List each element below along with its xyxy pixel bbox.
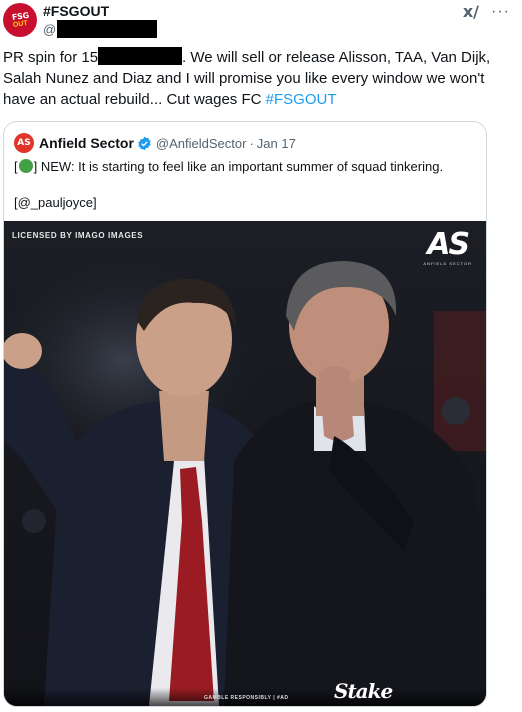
quoted-tweet[interactable]: AS Anfield Sector @AnfieldSector · Jan 1… — [3, 121, 487, 707]
quote-text-main: ] NEW: It is starting to feel like an im… — [33, 159, 444, 174]
anfield-sector-logo: AS ANFIELD SECTOR — [423, 227, 472, 267]
tweet-text: PR spin for 15. We will sell or release … — [3, 47, 508, 110]
quote-header: AS Anfield Sector @AnfieldSector · Jan 1… — [14, 133, 296, 153]
photo-illustration — [4, 221, 486, 706]
tweet[interactable]: FSG OUT #FSGOUT @ x/ ··· PR spin for 15.… — [0, 0, 522, 712]
redacted-text — [98, 47, 183, 65]
avatar-text-bottom: OUT — [12, 19, 28, 29]
quote-photo[interactable]: LICENSED BY IMAGO IMAGES AS ANFIELD SECT… — [4, 221, 486, 706]
more-icon[interactable]: ··· — [491, 3, 510, 21]
top-actions: x/ ··· — [463, 2, 510, 21]
logo-sub: ANFIELD SECTOR — [423, 261, 472, 266]
separator-dot: · — [249, 135, 254, 151]
verified-badge-icon — [137, 136, 152, 151]
quote-avatar[interactable]: AS — [14, 133, 34, 153]
quote-handle[interactable]: @AnfieldSector — [156, 136, 247, 151]
green-circle-icon — [18, 159, 33, 173]
quote-bracket-open: [ — [14, 159, 18, 174]
sponsor-logo: Stake — [334, 679, 393, 703]
grok-icon[interactable]: x/ — [463, 2, 479, 21]
author-name[interactable]: #FSGOUT — [43, 3, 109, 19]
quote-author-name[interactable]: Anfield Sector — [39, 135, 134, 151]
avatar[interactable]: FSG OUT — [3, 3, 37, 37]
quote-source: [@_pauljoyce] — [14, 195, 97, 210]
logo-mark: AS — [427, 227, 470, 262]
gamble-responsibly-text: GAMBLE RESPONSIBLY | #AD — [204, 695, 289, 701]
hashtag-link[interactable]: #FSGOUT — [266, 91, 337, 108]
quote-date[interactable]: Jan 17 — [257, 136, 296, 151]
redacted-handle — [57, 20, 158, 38]
author-handle[interactable]: @ — [43, 20, 158, 38]
tweet-text-part1: PR spin for 15 — [3, 49, 99, 66]
quote-text: [ ] NEW: It is starting to feel like an i… — [14, 158, 474, 212]
watermark-label: LICENSED BY IMAGO IMAGES — [12, 231, 144, 240]
handle-prefix: @ — [43, 21, 57, 37]
